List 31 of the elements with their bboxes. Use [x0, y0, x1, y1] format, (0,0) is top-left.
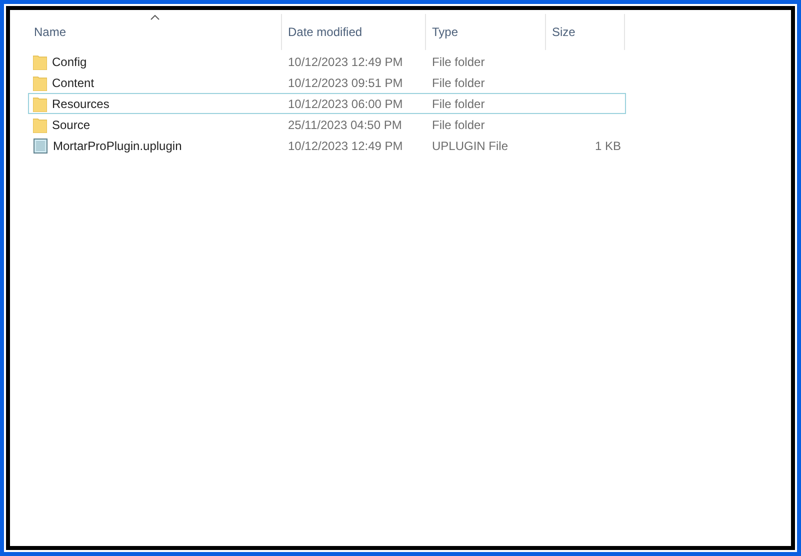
file-row[interactable]: Config 10/12/2023 12:49 PM File folder — [28, 51, 626, 72]
folder-icon — [33, 74, 47, 90]
file-type: File folder — [432, 118, 485, 132]
file-name: Resources — [52, 96, 110, 112]
column-header[interactable]: Name — [28, 14, 282, 50]
file-name: Source — [52, 116, 90, 134]
date-modified: 10/12/2023 09:51 PM — [288, 76, 403, 90]
file-size: 1 KB — [594, 138, 621, 154]
file-name: MortarProPlugin.uplugin — [53, 138, 182, 154]
date-modified: 25/11/2023 04:50 PM — [288, 118, 402, 132]
column-header[interactable]: Size — [546, 14, 625, 50]
date-modified: 10/12/2023 12:49 PM — [288, 138, 403, 152]
folder-icon — [33, 54, 47, 70]
folder-icon — [33, 116, 47, 132]
file-row[interactable]: MortarProPlugin.uplugin 10/12/2023 12:49 PM UPLUGIN File 1 KB — [28, 135, 626, 156]
file-name: Content — [52, 74, 94, 92]
file-row[interactable]: Source 25/11/2023 04:50 PM File folder — [28, 114, 626, 135]
date-modified: 10/12/2023 06:00 PM — [288, 96, 403, 110]
sort-ascending-icon — [150, 15, 159, 20]
file-type: File folder — [432, 96, 485, 110]
column-header[interactable]: Date modified — [282, 14, 426, 50]
file-type: UPLUGIN File — [432, 138, 508, 152]
file-type: File folder — [432, 76, 485, 90]
file-row[interactable]: Resources 10/12/2023 06:00 PM File folder — [28, 93, 626, 114]
file-name: Config — [52, 54, 87, 70]
file-type: File folder — [432, 54, 485, 68]
date-modified: 10/12/2023 12:49 PM — [288, 54, 403, 68]
column-header[interactable]: Type — [426, 14, 546, 50]
file-row[interactable]: Content 10/12/2023 09:51 PM File folder — [28, 72, 626, 93]
folder-icon — [33, 96, 47, 112]
document-icon — [33, 138, 48, 154]
